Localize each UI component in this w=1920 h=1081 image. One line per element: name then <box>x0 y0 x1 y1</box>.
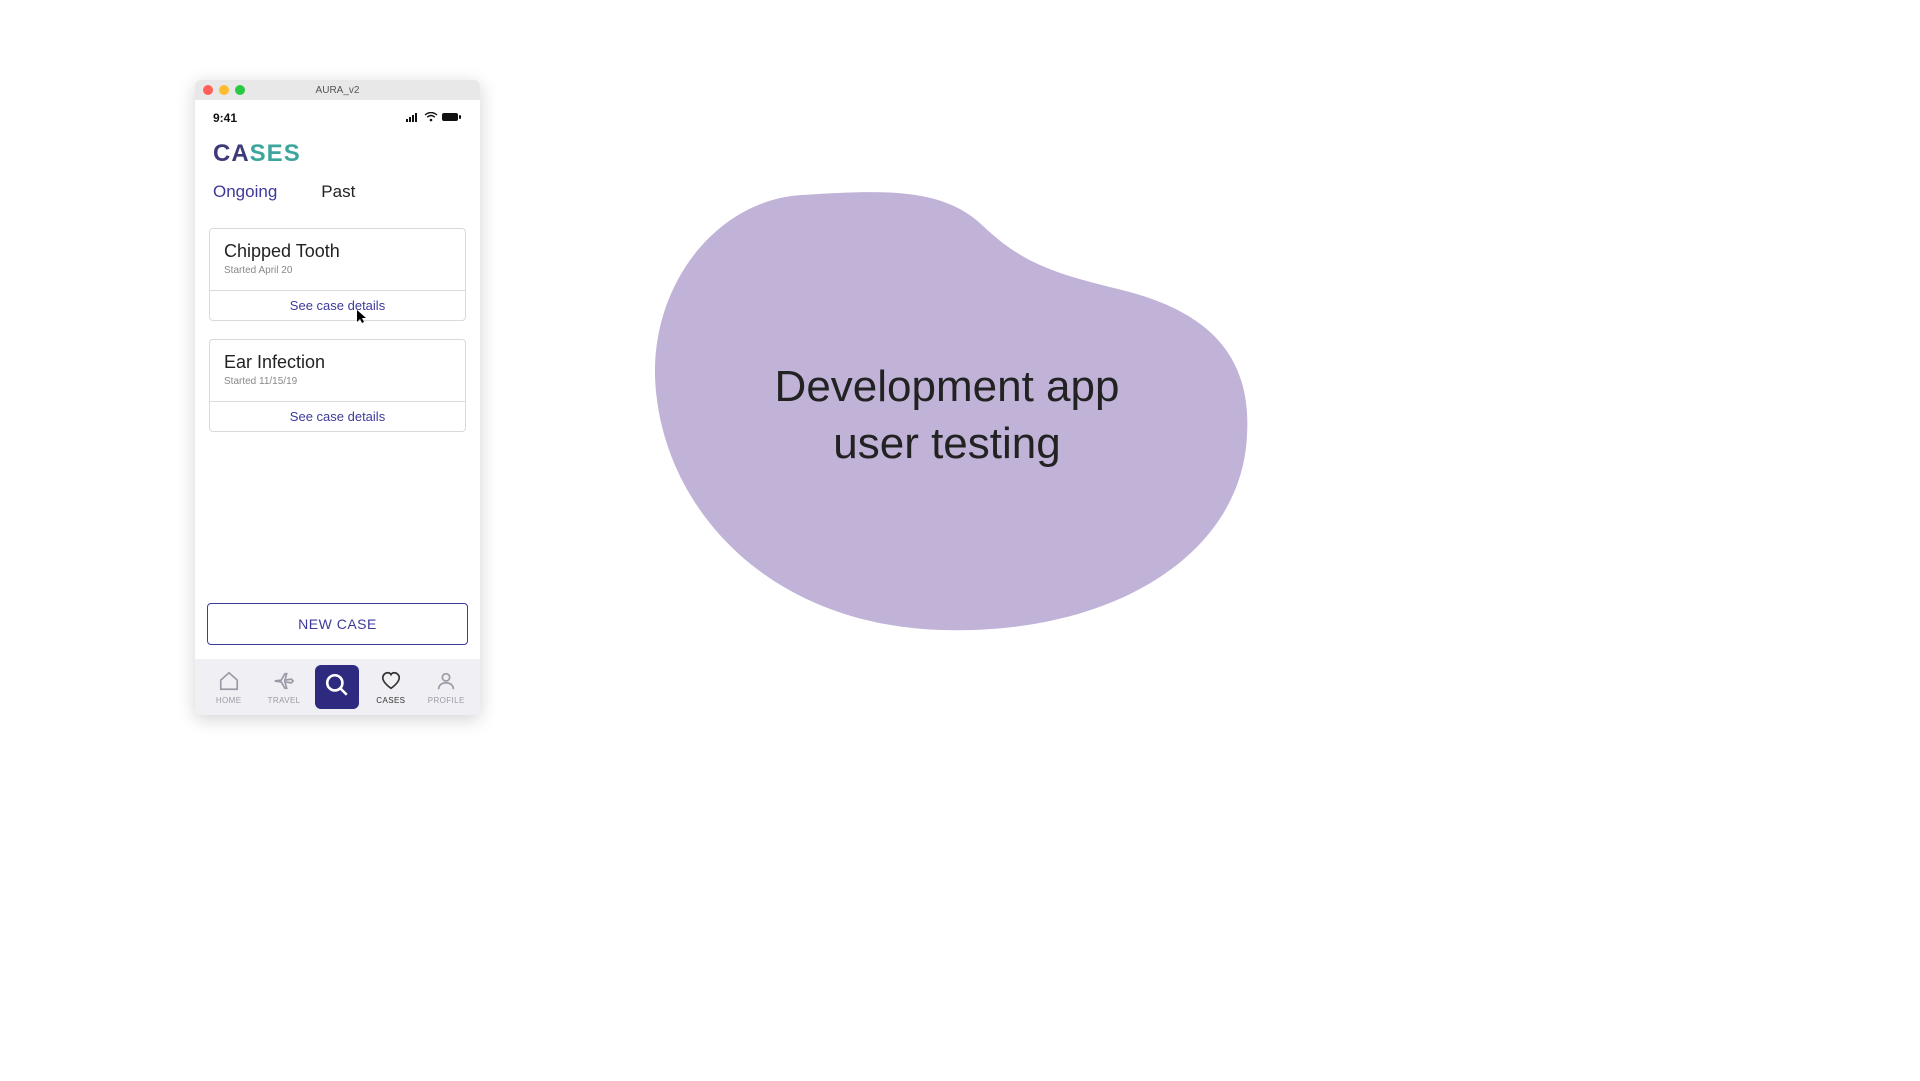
tab-ongoing[interactable]: Ongoing <box>213 182 277 202</box>
case-card-body: Chipped Tooth Started April 20 <box>210 229 465 290</box>
case-details-link[interactable]: See case details <box>210 401 465 431</box>
nav-profile-label: PROFILE <box>428 696 465 705</box>
status-icons <box>406 111 462 125</box>
status-time: 9:41 <box>213 111 237 125</box>
case-card[interactable]: Chipped Tooth Started April 20 See case … <box>209 228 466 321</box>
case-card-body: Ear Infection Started 11/15/19 <box>210 340 465 401</box>
page-title-part1: CA <box>213 140 250 167</box>
nav-profile[interactable]: PROFILE <box>422 670 470 705</box>
nav-home[interactable]: HOME <box>205 670 253 705</box>
home-icon <box>218 670 240 694</box>
bottom-nav: HOME TRAVEL <box>195 659 480 715</box>
window-title: AURA_v2 <box>195 85 480 96</box>
case-subtitle: Started April 20 <box>224 265 451 276</box>
wifi-icon <box>424 111 438 125</box>
app-window: AURA_v2 9:41 <box>195 80 480 715</box>
cases-list: Chipped Tooth Started April 20 See case … <box>195 214 480 603</box>
case-card[interactable]: Ear Infection Started 11/15/19 See case … <box>209 339 466 432</box>
cursor-icon <box>357 310 367 324</box>
nav-travel[interactable]: TRAVEL <box>260 670 308 705</box>
slide-text: Development app user testing <box>732 358 1162 472</box>
slide-text-line2: user testing <box>833 419 1060 468</box>
battery-icon <box>442 111 462 125</box>
case-title: Ear Infection <box>224 352 451 373</box>
tabs: Ongoing Past <box>195 176 480 214</box>
nav-cases[interactable]: CASES <box>367 670 415 705</box>
plane-icon <box>273 670 295 694</box>
page-title: CASES <box>195 132 480 176</box>
nav-cases-label: CASES <box>376 696 405 705</box>
new-case-button[interactable]: NEW CASE <box>207 603 468 645</box>
page-title-part2: SES <box>250 140 301 167</box>
nav-home-label: HOME <box>216 696 242 705</box>
slide-text-line1: Development app <box>775 362 1120 411</box>
search-icon <box>324 672 350 703</box>
heart-icon <box>380 670 402 694</box>
nav-travel-label: TRAVEL <box>268 696 301 705</box>
person-icon <box>435 670 457 694</box>
case-subtitle: Started 11/15/19 <box>224 376 451 387</box>
case-title: Chipped Tooth <box>224 241 451 262</box>
tab-past[interactable]: Past <box>321 182 355 202</box>
phone-screen: 9:41 <box>195 100 480 715</box>
window-titlebar: AURA_v2 <box>195 80 480 100</box>
status-bar: 9:41 <box>195 104 480 132</box>
case-details-link[interactable]: See case details <box>210 290 465 320</box>
signal-icon <box>406 111 420 125</box>
nav-search[interactable] <box>315 665 359 709</box>
